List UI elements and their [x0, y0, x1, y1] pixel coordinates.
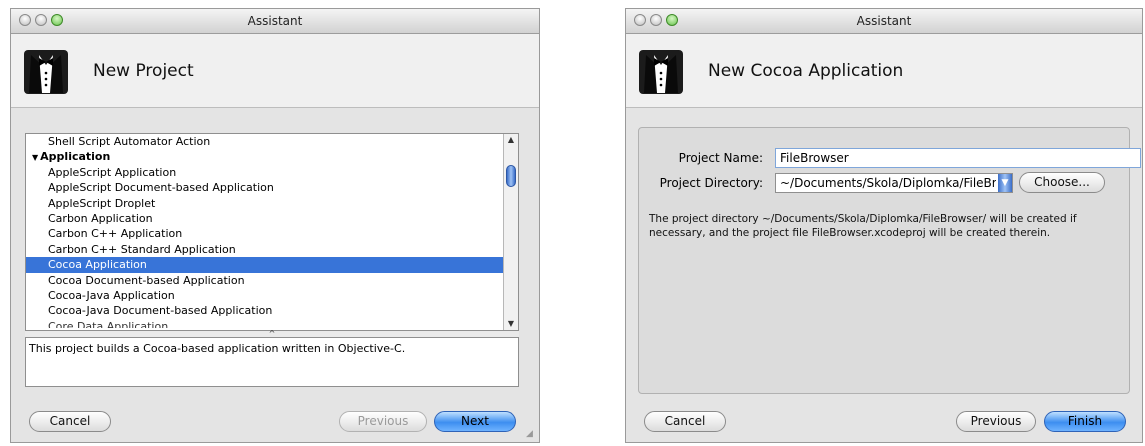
list-item-label: Carbon C++ Standard Application: [48, 242, 236, 256]
titlebar: Assistant: [11, 9, 539, 34]
scroll-down-arrow-icon[interactable]: ▼: [506, 319, 516, 329]
assistant-window-new-project: Assistant New Project Shell Script Autom…: [10, 8, 540, 443]
list-item-label: Carbon Application: [48, 211, 153, 225]
list-item[interactable]: Core Data Application: [26, 319, 518, 328]
list-item[interactable]: AppleScript Droplet: [26, 196, 518, 211]
previous-button[interactable]: Previous: [339, 411, 427, 432]
template-list-rows: Shell Script Automator Action ▼ Applicatio…: [26, 134, 518, 328]
list-item-label: Carbon C++ Application: [48, 227, 183, 241]
list-item-label: Cocoa-Java Application: [48, 288, 175, 302]
finish-button[interactable]: Finish: [1044, 411, 1126, 432]
header: New Cocoa Application: [626, 34, 1142, 108]
list-item-label: AppleScript Application: [48, 165, 177, 179]
list-item[interactable]: Carbon C++ Application: [26, 226, 518, 241]
list-item-label: Cocoa Document-based Application: [48, 273, 245, 287]
disclosure-triangle-icon[interactable]: ▼: [32, 153, 38, 162]
list-item[interactable]: AppleScript Document-based Application: [26, 180, 518, 195]
page-title: New Cocoa Application: [708, 61, 904, 81]
info-text-line-2: necessary, and the project file FileBrow…: [649, 227, 1051, 239]
tuxedo-icon: [24, 50, 68, 94]
previous-button[interactable]: Previous: [956, 411, 1036, 432]
list-item-label: Core Data Application: [48, 319, 169, 328]
cancel-button[interactable]: Cancel: [29, 411, 111, 432]
list-item-label: Cocoa Application: [48, 258, 147, 272]
page-title: New Project: [93, 61, 194, 81]
window-title: Assistant: [247, 14, 303, 28]
assistant-window-new-cocoa-application: Assistant New Cocoa Application Project …: [625, 8, 1143, 443]
window-title: Assistant: [856, 14, 912, 28]
scroll-up-arrow-icon[interactable]: ▲: [506, 135, 516, 145]
list-group-header[interactable]: ▼ Application: [26, 149, 518, 164]
vertical-scrollbar[interactable]: ▲ ▼: [503, 134, 518, 330]
list-item-label: Shell Script Automator Action: [48, 135, 211, 148]
cancel-button[interactable]: Cancel: [644, 411, 726, 432]
list-item-label: AppleScript Document-based Application: [48, 181, 274, 195]
template-list[interactable]: Shell Script Automator Action ▼ Applicatio…: [25, 133, 519, 331]
project-directory-value: ~/Documents/Skola/Diplomka/FileBr: [780, 176, 996, 190]
list-item[interactable]: Cocoa Document-based Application: [26, 273, 518, 288]
list-item-label: AppleScript Droplet: [48, 196, 156, 210]
tuxedo-icon: [639, 50, 683, 94]
list-item-label: Cocoa-Java Document-based Application: [48, 304, 273, 318]
project-directory-label: Project Directory:: [659, 176, 763, 190]
scroll-thumb[interactable]: [506, 165, 516, 187]
choose-button[interactable]: Choose...: [1019, 172, 1105, 193]
list-item[interactable]: Cocoa-Java Application: [26, 288, 518, 303]
list-item[interactable]: Shell Script Automator Action: [26, 134, 518, 149]
next-button[interactable]: Next: [434, 411, 516, 432]
list-item-label: Application: [40, 150, 111, 164]
titlebar: Assistant: [626, 9, 1142, 34]
project-options-panel: Project Name: FileBrowser Project Direct…: [638, 127, 1141, 394]
list-item[interactable]: Cocoa Application: [26, 257, 518, 273]
list-item[interactable]: Carbon Application: [26, 211, 518, 226]
list-item[interactable]: Cocoa-Java Document-based Application: [26, 303, 518, 318]
info-text-line-1: The project directory ~/Documents/Skola/…: [649, 213, 1077, 225]
list-item[interactable]: AppleScript Application: [26, 165, 518, 180]
project-directory-combobox[interactable]: ~/Documents/Skola/Diplomka/FileBr ▼: [775, 173, 1013, 193]
project-name-input[interactable]: FileBrowser: [775, 148, 1141, 168]
template-description: This project builds a Cocoa-based applic…: [25, 337, 519, 387]
dropdown-arrow-icon[interactable]: ▼: [998, 174, 1012, 192]
header: New Project: [11, 34, 539, 108]
list-item[interactable]: Carbon C++ Standard Application: [26, 242, 518, 257]
resize-grip-icon[interactable]: ◢: [526, 429, 536, 439]
project-name-label: Project Name:: [678, 151, 763, 165]
